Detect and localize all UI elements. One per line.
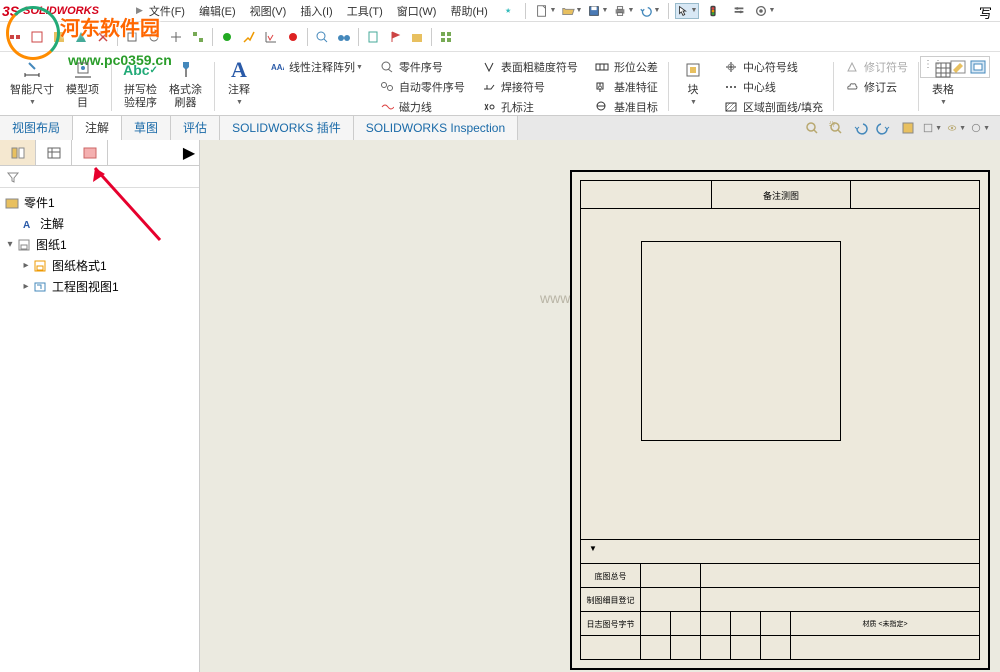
datum-target-button[interactable]: 基准目标: [590, 98, 662, 116]
new-icon[interactable]: ▼: [534, 3, 558, 19]
view-toolbar: ▼ ▼ ▼: [802, 119, 990, 137]
svg-text:A: A: [23, 220, 30, 230]
revision-cloud-button[interactable]: 修订云: [840, 78, 912, 96]
menu-help[interactable]: 帮助(H): [450, 3, 487, 19]
color-icon[interactable]: ▼: [970, 119, 990, 137]
area-hatch-button[interactable]: 区域剖面线/填充: [719, 98, 827, 116]
zoom-fit-icon[interactable]: [802, 119, 822, 137]
menu-window[interactable]: 窗口(W): [397, 3, 437, 19]
select-icon[interactable]: ▼: [675, 3, 699, 19]
center-mark-button[interactable]: 中心符号线: [719, 58, 827, 76]
tb-flag-icon[interactable]: [385, 27, 405, 47]
tb-folder-icon[interactable]: [407, 27, 427, 47]
feature-tree: 零件1 A 注解 ▾ 图纸1 ▸ 图纸格式1 ▸ 工程图视图1: [0, 188, 199, 301]
tree-sheet-format[interactable]: ▸ 图纸格式1: [4, 255, 195, 276]
note-button[interactable]: A 注释 ▼: [221, 58, 257, 106]
spell-check-button[interactable]: Abc✓ 拼写检 验程序: [118, 58, 163, 110]
tb-icon-1[interactable]: [5, 27, 25, 47]
menu-insert[interactable]: 插入(I): [300, 3, 332, 19]
linear-pattern-button[interactable]: AAA 线性注释阵列▼: [265, 58, 367, 76]
model-items-button[interactable]: 模型项 目: [60, 58, 105, 110]
options-icon[interactable]: ▼: [753, 3, 777, 19]
tab-view-layout[interactable]: 视图布局: [0, 116, 73, 140]
redo-view-icon[interactable]: [874, 119, 894, 137]
tab-evaluate[interactable]: 评估: [171, 116, 220, 140]
tables-button[interactable]: 表格 ▼: [925, 58, 961, 106]
format-painter-button[interactable]: 格式涂 刷器: [163, 58, 208, 110]
drawing-view-box[interactable]: [641, 241, 841, 441]
sheet-header: 备注测图: [581, 181, 979, 209]
panel-tabs: ▶: [0, 140, 199, 166]
red-dot-icon[interactable]: [283, 27, 303, 47]
smart-dimension-button[interactable]: 智能尺寸 ▼: [4, 58, 60, 110]
weld-symbol-button[interactable]: 焊接符号: [477, 78, 582, 96]
geom-tol-button[interactable]: 形位公差: [590, 58, 662, 76]
tb-axis-icon[interactable]: [261, 27, 281, 47]
tree-root[interactable]: 零件1: [4, 192, 195, 213]
panel-tab-2[interactable]: [36, 140, 72, 165]
main-area: ▶ 零件1 A 注解 ▾ 图纸1 ▸ 图纸格式1: [0, 140, 1000, 672]
tree-drawing-view[interactable]: ▸ 工程图视图1: [4, 276, 195, 297]
tb-icon-8[interactable]: [166, 27, 186, 47]
print-icon[interactable]: ▼: [612, 3, 636, 19]
drawing-canvas[interactable]: www.gHome.NET 备注测图 ▼ 底图总号 制图细目登记: [200, 140, 1000, 672]
star-icon[interactable]: ⋆: [496, 2, 521, 19]
magnetic-line-button[interactable]: 磁力线: [375, 98, 469, 116]
undo-icon[interactable]: ▼: [638, 3, 662, 19]
green-dot-icon[interactable]: [217, 27, 237, 47]
edit-border-icon[interactable]: [969, 59, 987, 75]
tab-annotation[interactable]: 注解: [73, 116, 122, 140]
settings-icon[interactable]: [727, 3, 751, 19]
tab-sw-addins[interactable]: SOLIDWORKS 插件: [220, 116, 354, 140]
filter-bar[interactable]: [0, 166, 199, 188]
panel-tab-3[interactable]: [72, 140, 108, 165]
auto-balloon-button[interactable]: 自动零件序号: [375, 78, 469, 96]
centerline-button[interactable]: 中心线: [719, 78, 827, 96]
solidworks-icon: 3S: [2, 3, 19, 19]
feature-tree-panel: ▶ 零件1 A 注解 ▾ 图纸1 ▸ 图纸格式1: [0, 140, 200, 672]
menu-edit[interactable]: 编辑(E): [199, 3, 236, 19]
save-icon[interactable]: ▼: [586, 3, 610, 19]
datum-feature-button[interactable]: A基准特征: [590, 78, 662, 96]
open-icon[interactable]: ▼: [560, 3, 584, 19]
tb-icon-9[interactable]: [188, 27, 208, 47]
tab-sketch[interactable]: 草图: [122, 116, 171, 140]
tree-annotations[interactable]: A 注解: [4, 213, 195, 234]
surface-finish-button[interactable]: 表面粗糙度符号: [477, 58, 582, 76]
hide-show-icon[interactable]: ▼: [946, 119, 966, 137]
display-style-icon[interactable]: ▼: [922, 119, 942, 137]
prev-view-icon[interactable]: [850, 119, 870, 137]
panel-tab-1[interactable]: [0, 140, 36, 165]
drawing-sheet[interactable]: 备注测图 ▼ 底图总号 制图细目登记 日志图: [570, 170, 990, 670]
tab-sw-inspection[interactable]: SOLIDWORKS Inspection: [354, 116, 518, 140]
tb-binoculars-icon[interactable]: [334, 27, 354, 47]
tb-page-icon[interactable]: [363, 27, 383, 47]
zoom-area-icon[interactable]: [826, 119, 846, 137]
watermark-text: 河东软件园: [60, 12, 160, 41]
tb-icon-2[interactable]: [27, 27, 47, 47]
panel-expand-icon[interactable]: ▶: [179, 140, 199, 165]
revision-symbol-button[interactable]: 修订符号: [840, 58, 912, 76]
tb-grid-icon[interactable]: [436, 27, 456, 47]
tb-lens-icon[interactable]: [312, 27, 332, 47]
tabs-bar: 视图布局 注解 草图 评估 SOLIDWORKS 插件 SOLIDWORKS I…: [0, 116, 1000, 140]
tb-measure-icon[interactable]: [239, 27, 259, 47]
ribbon: 智能尺寸 ▼ 模型项 目 Abc✓ 拼写检 验程序 格式涂 刷器 A 注释: [0, 52, 1000, 116]
svg-text:AAA: AAA: [271, 63, 284, 72]
menu-view[interactable]: 视图(V): [250, 3, 287, 19]
file-toolbar: ▼ ▼ ▼ ▼ ▼ ▼ ▼: [534, 3, 777, 19]
menu-tools[interactable]: 工具(T): [347, 3, 383, 19]
menu-items: 文件(F) 编辑(E) 视图(V) 插入(I) 工具(T) 窗口(W) 帮助(H…: [143, 3, 488, 19]
search-char[interactable]: 写: [979, 3, 992, 22]
tree-sheet[interactable]: ▾ 图纸1: [4, 234, 195, 255]
section-view-icon[interactable]: [898, 119, 918, 137]
title-block: ▼ 底图总号 制图细目登记 日志图号字节: [581, 539, 979, 659]
balloon-button[interactable]: 零件序号: [375, 58, 469, 76]
hole-callout-button[interactable]: 孔标注: [477, 98, 582, 116]
block-button[interactable]: 块 ▼: [675, 58, 711, 106]
sheet-header-cell: 备注测图: [711, 181, 851, 209]
traffic-icon[interactable]: [701, 3, 725, 19]
